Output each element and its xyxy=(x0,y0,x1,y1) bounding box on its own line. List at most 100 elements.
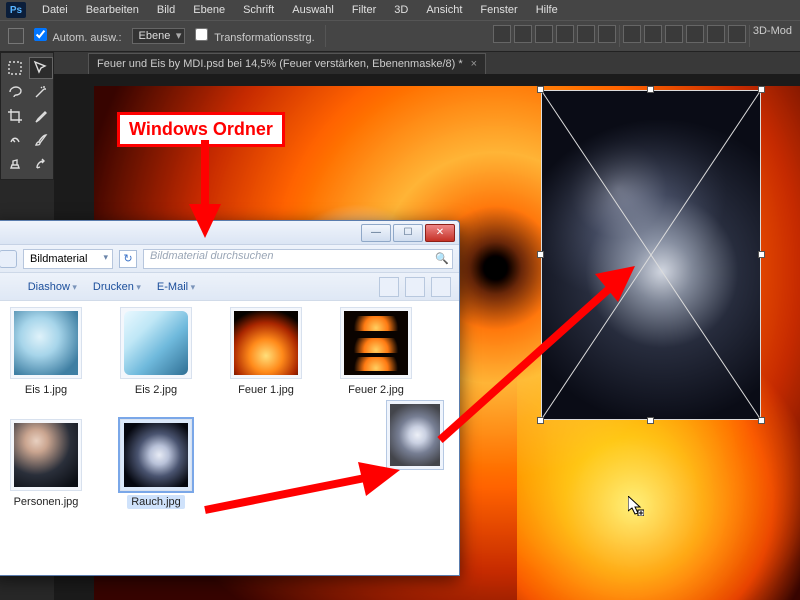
menu-bar: Ps Datei Bearbeiten Bild Ebene Schrift A… xyxy=(0,0,800,20)
file-name: Rauch.jpg xyxy=(127,495,185,509)
file-name: Eis 1.jpg xyxy=(21,383,71,397)
menu-3d[interactable]: 3D xyxy=(386,3,416,17)
align-right-button[interactable] xyxy=(598,25,616,43)
close-tab-icon[interactable]: × xyxy=(471,58,477,70)
menu-select[interactable]: Auswahl xyxy=(284,3,342,17)
transform-handle-ml[interactable] xyxy=(537,251,544,258)
thumbnail-icon xyxy=(14,423,78,487)
file-name: Feuer 2.jpg xyxy=(344,383,408,397)
align-hcenter-button[interactable] xyxy=(577,25,595,43)
auto-select-label: Autom. ausw.: xyxy=(52,32,121,44)
command-bar: · Diashow Drucken E-Mail xyxy=(0,273,459,301)
file-tile-feuer2[interactable]: Feuer 2.jpg xyxy=(329,307,423,397)
drag-ghost-thumbnail xyxy=(386,400,444,470)
file-tile-eis1[interactable]: Eis 1.jpg xyxy=(0,307,93,397)
photoshop-logo-icon: Ps xyxy=(6,2,26,18)
healing-brush-tool-icon[interactable] xyxy=(3,129,27,151)
help-button[interactable] xyxy=(431,277,451,297)
menu-image[interactable]: Bild xyxy=(149,3,183,17)
auto-select-checkbox[interactable]: Autom. ausw.: xyxy=(34,28,122,44)
distribute-left-button[interactable] xyxy=(686,25,704,43)
document-tab[interactable]: Feuer und Eis by MDI.psd bei 14,5% (Feue… xyxy=(88,53,486,74)
menu-layer[interactable]: Ebene xyxy=(185,3,233,17)
transform-handle-tc[interactable] xyxy=(647,86,654,93)
magic-wand-tool-icon[interactable] xyxy=(29,81,53,103)
thumbnail-icon xyxy=(14,311,78,375)
document-tab-title: Feuer und Eis by MDI.psd bei 14,5% (Feue… xyxy=(97,58,463,70)
crop-tool-icon[interactable] xyxy=(3,105,27,127)
menu-help[interactable]: Hilfe xyxy=(528,3,566,17)
transform-handle-br[interactable] xyxy=(758,417,765,424)
transform-controls-checkbox[interactable]: Transformationsstrg. xyxy=(195,28,314,44)
menu-type[interactable]: Schrift xyxy=(235,3,282,17)
thumbnail-icon xyxy=(344,311,408,375)
nav-back-button[interactable] xyxy=(0,250,17,268)
transform-handle-bc[interactable] xyxy=(647,417,654,424)
align-vcenter-button[interactable] xyxy=(514,25,532,43)
thumbnail-icon xyxy=(390,404,440,466)
close-button[interactable]: ✕ xyxy=(425,224,455,242)
placed-smart-object[interactable] xyxy=(541,90,761,420)
eyedropper-tool-icon[interactable] xyxy=(29,105,53,127)
auto-select-dropdown[interactable]: Ebene xyxy=(132,28,186,44)
annotation-label: Windows Ordner xyxy=(117,112,285,147)
breadcrumb[interactable]: Bildmaterial xyxy=(23,249,113,269)
file-name: Eis 2.jpg xyxy=(131,383,181,397)
transform-handle-mr[interactable] xyxy=(758,251,765,258)
file-name: Feuer 1.jpg xyxy=(234,383,298,397)
menu-window[interactable]: Fenster xyxy=(472,3,525,17)
toolbox xyxy=(0,52,54,180)
align-buttons: 3D-Mod xyxy=(493,25,792,47)
explorer-window[interactable]: — ☐ ✕ Bildmaterial ↻ Bildmaterial durchs… xyxy=(0,220,460,576)
separator xyxy=(325,25,326,47)
separator xyxy=(619,25,620,47)
refresh-button[interactable]: ↻ xyxy=(119,250,137,268)
file-tile-personen[interactable]: Personen.jpg xyxy=(0,419,93,509)
menu-file[interactable]: Datei xyxy=(34,3,76,17)
distribute-right-button[interactable] xyxy=(728,25,746,43)
clone-stamp-tool-icon[interactable] xyxy=(3,153,27,175)
menu-filter[interactable]: Filter xyxy=(344,3,384,17)
options-bar: Autom. ausw.: Ebene Transformationsstrg.… xyxy=(0,20,800,52)
cmd-email[interactable]: E-Mail xyxy=(157,281,195,293)
marquee-tool-icon[interactable] xyxy=(3,57,27,79)
move-tool-preset-icon[interactable] xyxy=(8,28,24,44)
view-options-button[interactable] xyxy=(379,277,399,297)
address-bar-row: Bildmaterial ↻ Bildmaterial durchsuchen xyxy=(0,245,459,273)
align-bottom-button[interactable] xyxy=(535,25,553,43)
thumbnail-icon xyxy=(124,311,188,375)
transform-cross-icon xyxy=(541,90,761,420)
search-input[interactable]: Bildmaterial durchsuchen xyxy=(143,249,453,269)
transform-handle-tl[interactable] xyxy=(537,86,544,93)
file-tile-feuer1[interactable]: Feuer 1.jpg xyxy=(219,307,313,397)
file-tile-eis2[interactable]: Eis 2.jpg xyxy=(109,307,203,397)
document-tabstrip: Feuer und Eis by MDI.psd bei 14,5% (Feue… xyxy=(0,52,800,74)
distribute-hcenter-button[interactable] xyxy=(707,25,725,43)
cmd-print[interactable]: Drucken xyxy=(93,281,141,293)
align-left-button[interactable] xyxy=(556,25,574,43)
distribute-bottom-button[interactable] xyxy=(665,25,683,43)
mode-3d-label[interactable]: 3D-Mod xyxy=(753,25,792,47)
preview-pane-button[interactable] xyxy=(405,277,425,297)
menu-edit[interactable]: Bearbeiten xyxy=(78,3,147,17)
move-tool-icon[interactable] xyxy=(29,57,53,79)
align-top-button[interactable] xyxy=(493,25,511,43)
file-name: Personen.jpg xyxy=(10,495,83,509)
transform-handle-bl[interactable] xyxy=(537,417,544,424)
file-tile-rauch[interactable]: Rauch.jpg xyxy=(109,419,203,509)
minimize-button[interactable]: — xyxy=(361,224,391,242)
brush-tool-icon[interactable] xyxy=(29,129,53,151)
thumbnail-icon xyxy=(124,423,188,487)
lasso-tool-icon[interactable] xyxy=(3,81,27,103)
history-brush-tool-icon[interactable] xyxy=(29,153,53,175)
maximize-button[interactable]: ☐ xyxy=(393,224,423,242)
distribute-vcenter-button[interactable] xyxy=(644,25,662,43)
transform-handle-tr[interactable] xyxy=(758,86,765,93)
menu-view[interactable]: Ansicht xyxy=(418,3,470,17)
window-titlebar[interactable]: — ☐ ✕ xyxy=(0,221,459,245)
thumbnail-icon xyxy=(234,311,298,375)
transform-controls-label: Transformationsstrg. xyxy=(214,32,314,44)
mouse-cursor-icon xyxy=(628,496,644,516)
distribute-top-button[interactable] xyxy=(623,25,641,43)
cmd-slideshow[interactable]: Diashow xyxy=(28,281,77,293)
